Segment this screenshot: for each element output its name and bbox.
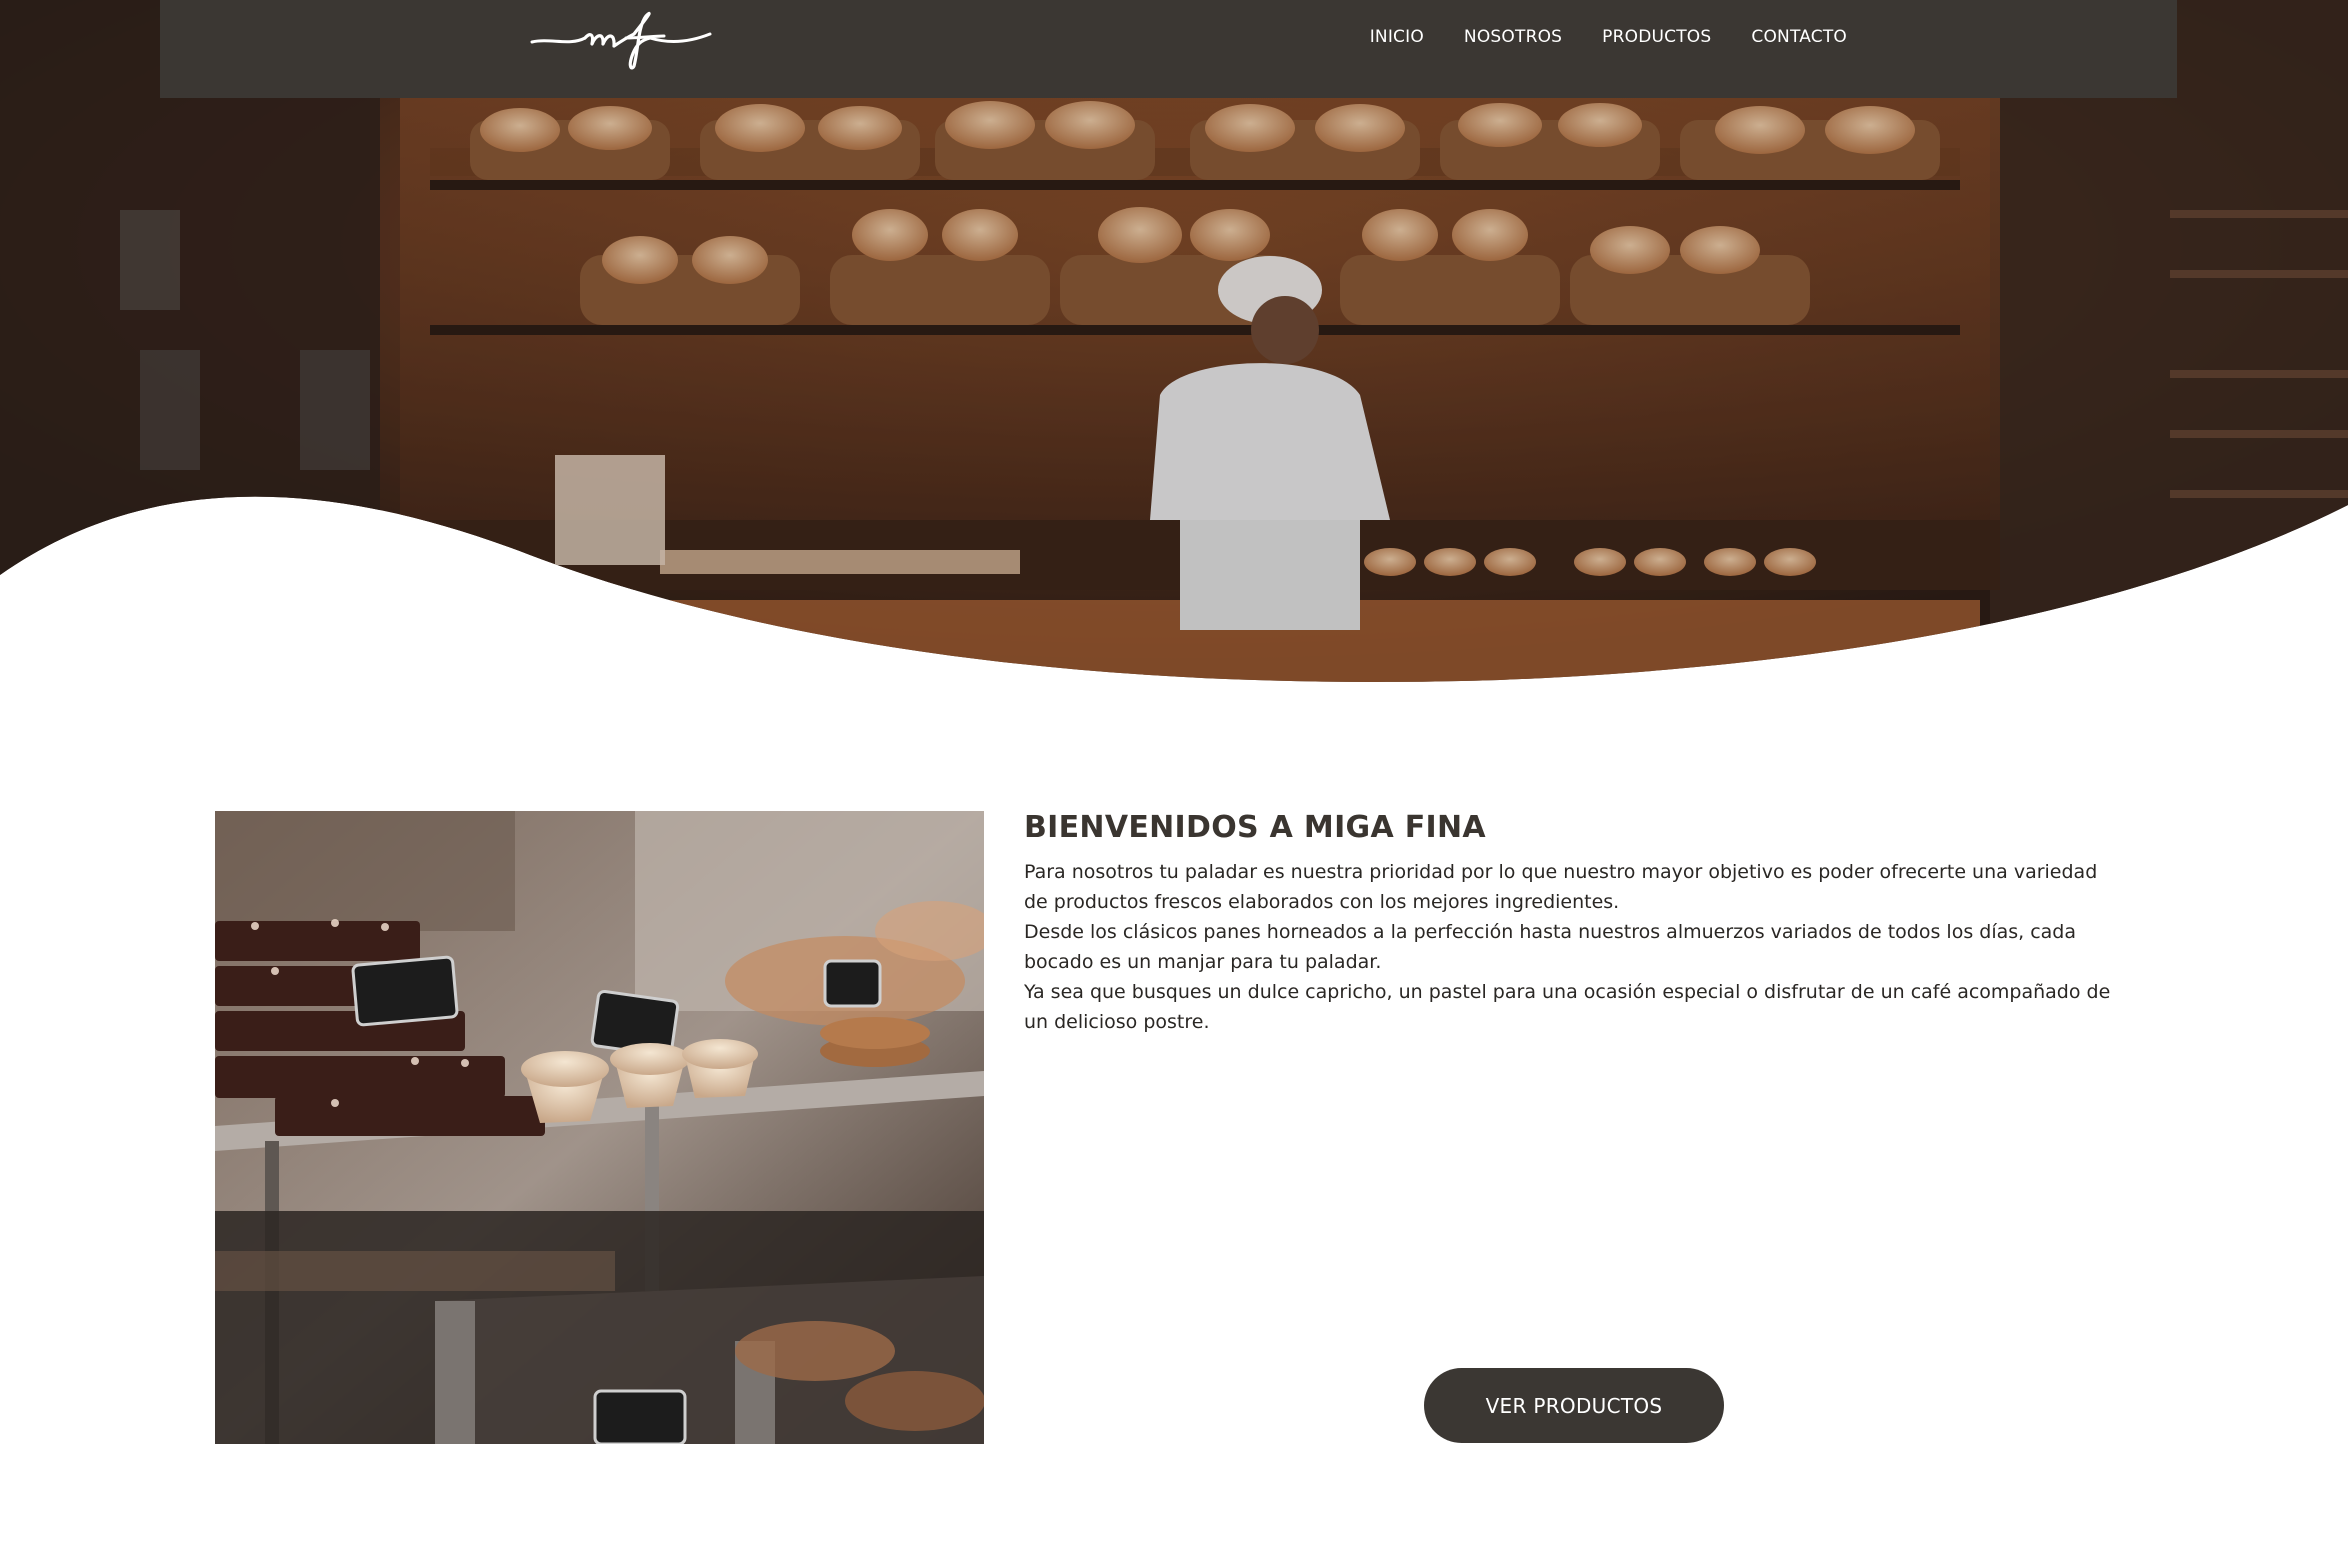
welcome-paragraph: Ya sea que busques un dulce capricho, un…: [1024, 981, 2111, 1033]
brand-logo[interactable]: mf: [530, 8, 712, 72]
main-nav: INICIO NOSOTROS PRODUCTOS CONTACTO: [1370, 0, 1847, 74]
nav-item-nosotros[interactable]: NOSOTROS: [1464, 27, 1562, 47]
welcome-description: Para nosotros tu paladar es nuestra prio…: [1024, 857, 2124, 1037]
welcome-section: BIENVENIDOS A MIGA FINA Para nosotros tu…: [1024, 810, 2124, 1037]
nav-item-inicio[interactable]: INICIO: [1370, 27, 1424, 47]
pastry-display-photo: [215, 811, 984, 1444]
hero-bakery-photo: [0, 0, 2348, 683]
welcome-title: BIENVENIDOS A MIGA FINA: [1024, 810, 1486, 845]
welcome-paragraph: Desde los clásicos panes horneados a la …: [1024, 921, 2077, 973]
nav-item-contacto[interactable]: CONTACTO: [1751, 27, 1847, 47]
hero-banner: mf INICIO NOSOTROS PRODUCTOS CONTACTO: [0, 0, 2348, 700]
nav-item-productos[interactable]: PRODUCTOS: [1602, 27, 1711, 47]
top-navbar: mf INICIO NOSOTROS PRODUCTOS CONTACTO: [160, 0, 2177, 98]
page: mf INICIO NOSOTROS PRODUCTOS CONTACTO: [0, 0, 2348, 1551]
welcome-paragraph: Para nosotros tu paladar es nuestra prio…: [1024, 861, 2098, 913]
ver-productos-button[interactable]: VER PRODUCTOS: [1424, 1368, 1724, 1443]
